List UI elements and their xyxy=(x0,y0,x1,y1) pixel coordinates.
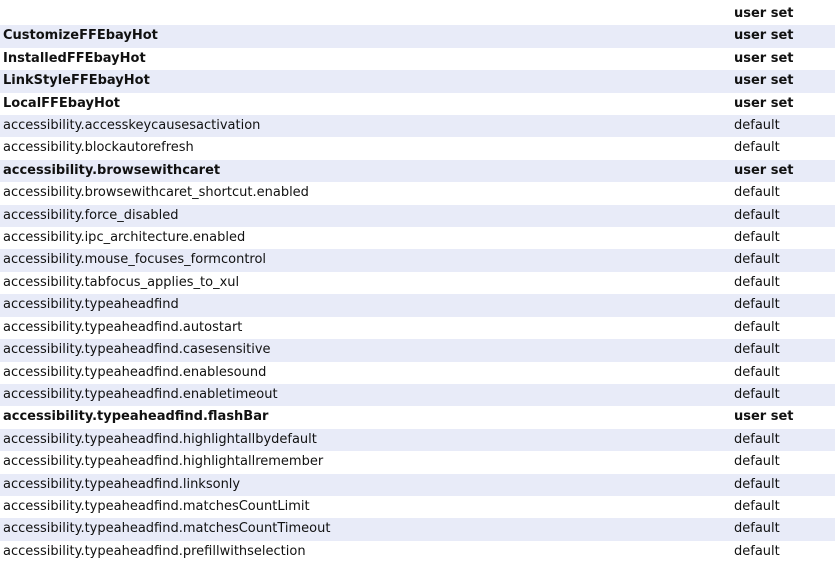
preference-name: LinkStyleFFEbayHot xyxy=(3,73,150,89)
preference-row[interactable]: accessibility.accesskeycausesactivation d… xyxy=(0,115,835,138)
preference-row[interactable]: LocalFFEbayHot user set xyxy=(0,92,835,116)
preference-status: default xyxy=(734,431,780,447)
preference-status: user set xyxy=(734,162,794,178)
preference-status: default xyxy=(734,521,780,537)
preference-row[interactable]: accessibility.typeaheadfind default xyxy=(0,294,835,317)
preference-status: user set xyxy=(734,6,794,21)
preference-row[interactable]: accessibility.typeaheadfind.flashBar user… xyxy=(0,406,835,429)
preference-status: user set xyxy=(734,409,794,425)
preference-status: default xyxy=(734,476,780,492)
preference-row[interactable]: accessibility.typeaheadfind.matchesCount… xyxy=(0,495,835,519)
preference-row[interactable]: accessibility.typeaheadfind.autostart def… xyxy=(0,316,835,340)
preference-row[interactable]: accessibility.typeaheadfind.enabletimeou… xyxy=(0,383,835,407)
preference-status: default xyxy=(734,274,780,290)
preference-row[interactable]: LinkStyleFFEbayHot user set xyxy=(0,70,835,93)
preference-status: default xyxy=(734,140,780,156)
preference-status: default xyxy=(734,252,780,268)
preference-row[interactable]: accessibility.typeaheadfind.prefillwiths… xyxy=(0,540,835,563)
preference-status: default xyxy=(734,207,780,223)
preference-name: accessibility.typeaheadfind.highlightall… xyxy=(3,454,324,470)
preference-row[interactable]: accessibility.typeaheadfind.linksonly def… xyxy=(0,473,835,496)
preference-row[interactable]: accessibility.browsewithcaret user set xyxy=(0,159,835,183)
preference-row[interactable]: accessibility.mouse_focuses_formcontrol d… xyxy=(0,249,835,272)
preference-status: default xyxy=(734,297,780,313)
preference-row[interactable]: accessibility.blockautorefresh default xyxy=(0,137,835,160)
preference-status: default xyxy=(734,498,780,514)
preference-name: accessibility.typeaheadfind.linksonly xyxy=(3,476,241,492)
preference-name: accessibility.browsewithcaret_shortcut.e… xyxy=(3,185,309,201)
preference-row[interactable]: accessibility.typeaheadfind.enablesound d… xyxy=(0,361,835,384)
preference-name: accessibility.typeaheadfind.casesensitiv… xyxy=(3,342,271,358)
preference-status: default xyxy=(734,118,780,134)
preference-status: user set xyxy=(734,50,794,66)
preference-name: accessibility.browsewithcaret xyxy=(3,162,221,178)
preference-name: accessibility.typeaheadfind.enablesound xyxy=(3,364,267,380)
preference-status: default xyxy=(734,342,780,358)
preference-name: InstalledFFEbayHot xyxy=(3,50,146,66)
preference-name: accessibility.tabfocus_applies_to_xul xyxy=(3,274,240,290)
preference-name: accessibility.typeaheadfind.enabletimeou… xyxy=(3,386,278,402)
preference-name: accessibility.blockautorefresh xyxy=(3,140,194,156)
preference-name: accessibility.typeaheadfind.prefillwiths… xyxy=(3,543,306,559)
preference-name: accessibility.typeaheadfind.flashBar xyxy=(3,409,269,425)
preference-row[interactable]: accessibility.force_disabled default xyxy=(0,204,835,228)
preference-name: accessibility.force_disabled xyxy=(3,207,179,223)
preference-status: user set xyxy=(734,95,794,111)
preference-name: accessibility.mouse_focuses_formcontrol xyxy=(3,252,267,268)
preference-row[interactable]: accessibility.browsewithcaret_shortcut.e… xyxy=(0,182,835,205)
preference-status: default xyxy=(734,319,780,335)
preference-status: user set xyxy=(734,73,794,89)
preference-status: default xyxy=(734,230,780,246)
preference-status: default xyxy=(734,386,780,402)
preference-row[interactable]: accessibility.typeaheadfind.casesensitiv… xyxy=(0,339,835,362)
preference-name: accessibility.typeaheadfind.matchesCount… xyxy=(3,521,331,537)
preference-row[interactable]: user set xyxy=(0,3,835,26)
preferences-list: user set CustomizeFFEbayHot user set Instal… xyxy=(0,3,835,563)
preference-status: default xyxy=(734,543,780,559)
preference-name: accessibility.accesskeycausesactivation xyxy=(3,118,261,134)
preference-row[interactable]: InstalledFFEbayHot user set xyxy=(0,47,835,71)
preference-name: accessibility.typeaheadfind.autostart xyxy=(3,319,243,335)
preference-name: accessibility.typeaheadfind.highlightall… xyxy=(3,431,317,447)
preference-row[interactable]: CustomizeFFEbayHot user set xyxy=(0,25,835,48)
preference-status: user set xyxy=(734,28,794,44)
preference-name: CustomizeFFEbayHot xyxy=(3,28,158,44)
preference-row[interactable]: accessibility.typeaheadfind.highlightall… xyxy=(0,451,835,474)
preference-row[interactable]: accessibility.tabfocus_applies_to_xul def… xyxy=(0,271,835,295)
preference-row[interactable]: accessibility.typeaheadfind.highlightall… xyxy=(0,428,835,452)
preference-status: default xyxy=(734,454,780,470)
preference-name: accessibility.ipc_architecture.enabled xyxy=(3,230,246,246)
preference-name: LocalFFEbayHot xyxy=(3,95,120,111)
preference-row[interactable]: accessibility.typeaheadfind.matchesCount… xyxy=(0,518,835,541)
preference-name: accessibility.typeaheadfind.matchesCount… xyxy=(3,498,310,514)
preference-name: accessibility.typeaheadfind xyxy=(3,297,179,313)
preference-status: default xyxy=(734,364,780,380)
preference-row[interactable]: accessibility.ipc_architecture.enabled de… xyxy=(0,227,835,250)
preference-status: default xyxy=(734,185,780,201)
